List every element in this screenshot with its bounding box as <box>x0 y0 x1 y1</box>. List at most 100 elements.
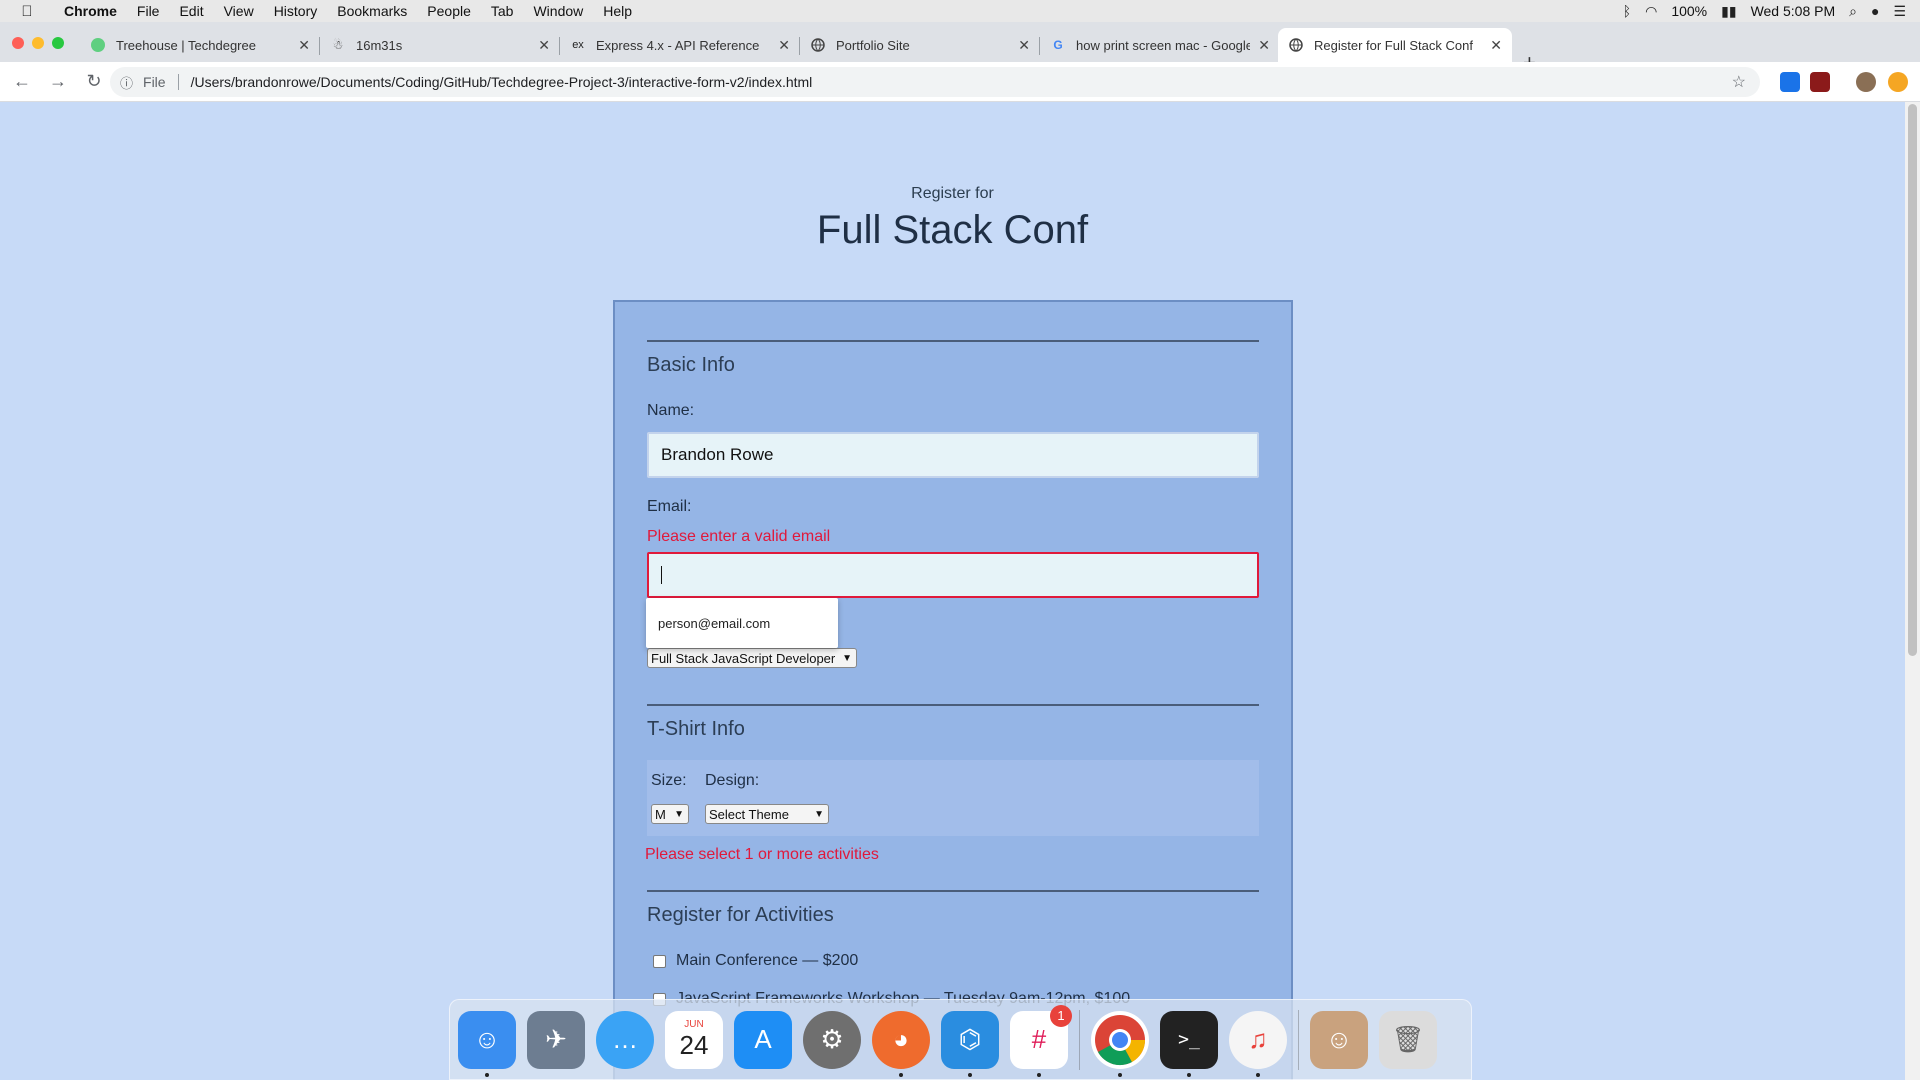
finder-icon[interactable]: ☺ <box>458 1010 516 1077</box>
menu-app[interactable]: Chrome <box>54 3 127 19</box>
messages-icon[interactable]: … <box>596 1010 654 1069</box>
menu-window[interactable]: Window <box>523 3 593 19</box>
tab-strip: Treehouse | Techdegree ✕ ☃ 16m31s ✕ ex E… <box>0 22 1920 75</box>
info-icon[interactable]: ⓘ <box>120 73 133 92</box>
address-bar[interactable]: ⓘ File /Users/brandonrowe/Documents/Codi… <box>110 67 1760 97</box>
job-role-value: Full Stack JavaScript Developer <box>651 650 836 666</box>
email-error: Please enter a valid email <box>647 528 831 545</box>
close-tab-icon[interactable]: ✕ <box>778 37 790 54</box>
ublock-icon[interactable] <box>1810 72 1830 92</box>
design-value: Select Theme <box>709 806 789 822</box>
divider <box>647 704 1259 706</box>
forward-icon[interactable]: → <box>44 71 72 92</box>
launchpad-icon[interactable]: ✈ <box>527 1010 585 1069</box>
globe-icon <box>810 37 826 53</box>
scrollbar-thumb[interactable] <box>1908 104 1917 656</box>
page-scrollbar[interactable] <box>1905 102 1920 1080</box>
tab-16m31s[interactable]: ☃ 16m31s ✕ <box>320 28 560 62</box>
job-role-select[interactable]: Full Stack JavaScript Developer ▼ <box>647 648 857 668</box>
design-select[interactable]: Select Theme ▼ <box>705 804 829 824</box>
tab-treehouse[interactable]: Treehouse | Techdegree ✕ <box>80 28 320 62</box>
page-pre-title: Register for <box>911 185 994 202</box>
close-tab-icon[interactable]: ✕ <box>1018 37 1030 54</box>
close-tab-icon[interactable]: ✕ <box>538 37 550 54</box>
minimize-window-icon[interactable] <box>32 37 44 49</box>
itunes-icon[interactable]: ♫ <box>1229 1010 1287 1077</box>
tab-portfolio[interactable]: Portfolio Site ✕ <box>800 28 1040 62</box>
firefox-icon[interactable]: ◕ <box>872 1010 930 1077</box>
chevron-down-icon: ▼ <box>674 808 684 820</box>
activities-error: Please select 1 or more activities <box>645 846 879 863</box>
tab-title: Express 4.x - API Reference <box>596 37 760 53</box>
user-photo-icon[interactable]: ☺ <box>1310 1010 1368 1069</box>
name-input[interactable]: Brandon Rowe <box>647 432 1259 478</box>
tab-title: Register for Full Stack Conf <box>1314 37 1473 53</box>
slack-icon[interactable]: #1 <box>1010 1004 1072 1077</box>
trash-icon[interactable]: 🗑 <box>1379 1010 1437 1069</box>
express-icon: ex <box>572 39 584 51</box>
page-content: Register for Full Stack Conf Basic Info … <box>0 102 1905 1080</box>
apple-icon[interactable]:  <box>0 3 54 20</box>
system-preferences-icon[interactable]: ⚙ <box>803 1010 861 1069</box>
url-scheme: File <box>143 74 166 90</box>
app-store-icon[interactable]: A <box>734 1010 792 1069</box>
spotlight-search-icon[interactable]: ⌕ <box>1849 3 1857 20</box>
battery-icon[interactable]: ▮▮ <box>1721 3 1736 20</box>
notification-badge: 1 <box>1050 1004 1072 1027</box>
close-tab-icon[interactable]: ✕ <box>1490 37 1502 54</box>
divider <box>647 890 1259 892</box>
menu-help[interactable]: Help <box>593 3 642 19</box>
size-select[interactable]: M ▼ <box>651 804 689 824</box>
menu-file[interactable]: File <box>127 3 170 19</box>
profile-avatar-icon[interactable] <box>1856 72 1876 92</box>
close-tab-icon[interactable]: ✕ <box>1258 37 1270 54</box>
menu-bar:  Chrome File Edit View History Bookmark… <box>0 0 1920 22</box>
chevron-down-icon: ▼ <box>842 652 852 664</box>
extension-icon[interactable] <box>1780 72 1800 92</box>
notification-center-icon[interactable]: ☰ <box>1893 3 1906 20</box>
calendar-icon[interactable]: JUN 24 <box>665 1010 723 1069</box>
close-window-icon[interactable] <box>12 37 24 49</box>
name-value: Brandon Rowe <box>661 445 774 464</box>
calendar-day: 24 <box>679 1029 709 1060</box>
terminal-icon[interactable]: >_ <box>1160 1010 1218 1077</box>
menu-view[interactable]: View <box>214 3 264 19</box>
menu-history[interactable]: History <box>264 3 328 19</box>
zoom-window-icon[interactable] <box>52 37 64 49</box>
bluetooth-icon[interactable]: ᛒ <box>1623 3 1631 19</box>
email-autocomplete-suggestion[interactable]: person@email.com <box>646 598 838 648</box>
tab-title: 16m31s <box>356 37 403 53</box>
page-title: Full Stack Conf <box>816 208 1089 252</box>
clock[interactable]: Wed 5:08 PM <box>1751 3 1836 19</box>
tab-register[interactable]: Register for Full Stack Conf ✕ <box>1278 28 1512 62</box>
vscode-icon[interactable]: ⌬ <box>941 1010 999 1077</box>
tab-express[interactable]: ex Express 4.x - API Reference ✕ <box>560 28 800 62</box>
reload-icon[interactable]: ↻ <box>80 71 108 92</box>
chrome-icon[interactable] <box>1091 1010 1149 1077</box>
name-label: Name: <box>647 402 695 419</box>
email-input[interactable] <box>647 552 1259 598</box>
url-text[interactable]: /Users/brandonrowe/Documents/Coding/GitH… <box>191 74 813 90</box>
bookmark-star-icon[interactable]: ☆ <box>1732 72 1746 92</box>
close-tab-icon[interactable]: ✕ <box>298 37 310 54</box>
extension-icon[interactable] <box>1888 72 1908 92</box>
email-label: Email: <box>647 498 692 515</box>
size-value: M <box>655 806 666 822</box>
checkbox[interactable] <box>653 954 666 968</box>
tab-google[interactable]: G how print screen mac - Google ✕ <box>1040 28 1280 62</box>
menu-bookmarks[interactable]: Bookmarks <box>327 3 417 19</box>
menu-edit[interactable]: Edit <box>169 3 213 19</box>
menu-people[interactable]: People <box>417 3 481 19</box>
menu-tab[interactable]: Tab <box>481 3 524 19</box>
text-caret <box>661 566 662 584</box>
tab-title: how print screen mac - Google <box>1076 37 1251 53</box>
figma-icon: ☃ <box>332 38 344 52</box>
suggestion-text: person@email.com <box>658 615 771 631</box>
tab-title: Treehouse | Techdegree <box>116 37 256 53</box>
back-icon[interactable]: ← <box>8 71 36 92</box>
google-icon: G <box>1053 38 1063 52</box>
wifi-icon[interactable]: ◠ <box>1645 3 1657 20</box>
calendar-month: JUN <box>684 1018 704 1030</box>
activity-main-conference[interactable]: Main Conference — $200 <box>653 952 858 970</box>
siri-icon[interactable]: ● <box>1871 3 1879 19</box>
